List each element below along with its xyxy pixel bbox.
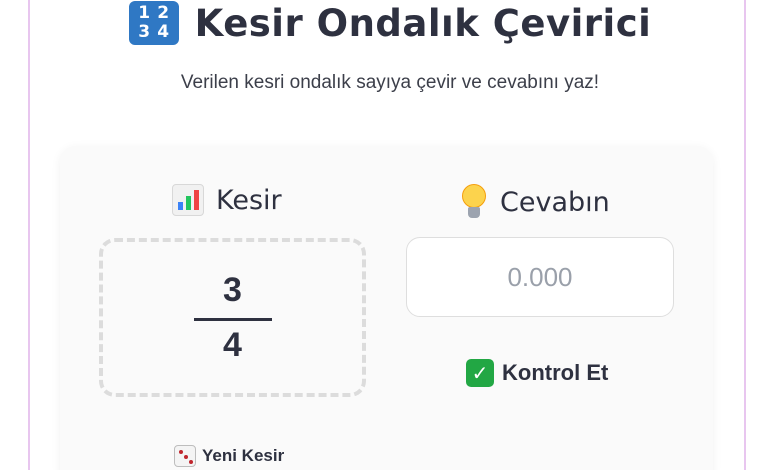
numerator: 3 — [223, 271, 242, 309]
dice-icon — [174, 445, 196, 467]
new-fraction-label: Yeni Kesir — [202, 446, 285, 465]
header: 1 2 3 4 Kesir Ondalık Çevirici — [0, 0, 780, 46]
check-button[interactable]: ✓ Kontrol Et — [466, 356, 608, 390]
denominator: 4 — [223, 326, 242, 364]
fraction: 3 4 — [103, 242, 362, 393]
page-subtitle: Verilen kesri ondalık sayıya çevir ve ce… — [180, 72, 600, 93]
answer-section-title: Cevabın — [460, 184, 610, 220]
page-title: Kesir Ondalık Çevirici — [194, 1, 652, 45]
icon-digit: 2 — [157, 3, 170, 23]
answer-label: Cevabın — [500, 186, 610, 218]
answer-input[interactable] — [406, 237, 674, 317]
check-button-label: Kontrol Et — [502, 360, 609, 385]
icon-digit: 1 — [138, 3, 151, 23]
bar-chart-icon — [172, 184, 204, 216]
fraction-section-title: Kesir — [172, 184, 282, 216]
icon-digit: 4 — [157, 22, 170, 42]
icon-digit: 3 — [138, 22, 151, 42]
light-bulb-icon — [460, 184, 488, 220]
fraction-bar — [193, 318, 272, 321]
check-mark-icon: ✓ — [466, 359, 494, 387]
fraction-display: 3 4 — [99, 238, 366, 397]
input-numbers-icon: 1 2 3 4 — [128, 1, 179, 45]
new-fraction-button[interactable]: Yeni Kesir — [174, 443, 284, 469]
fraction-label: Kesir — [216, 184, 282, 216]
